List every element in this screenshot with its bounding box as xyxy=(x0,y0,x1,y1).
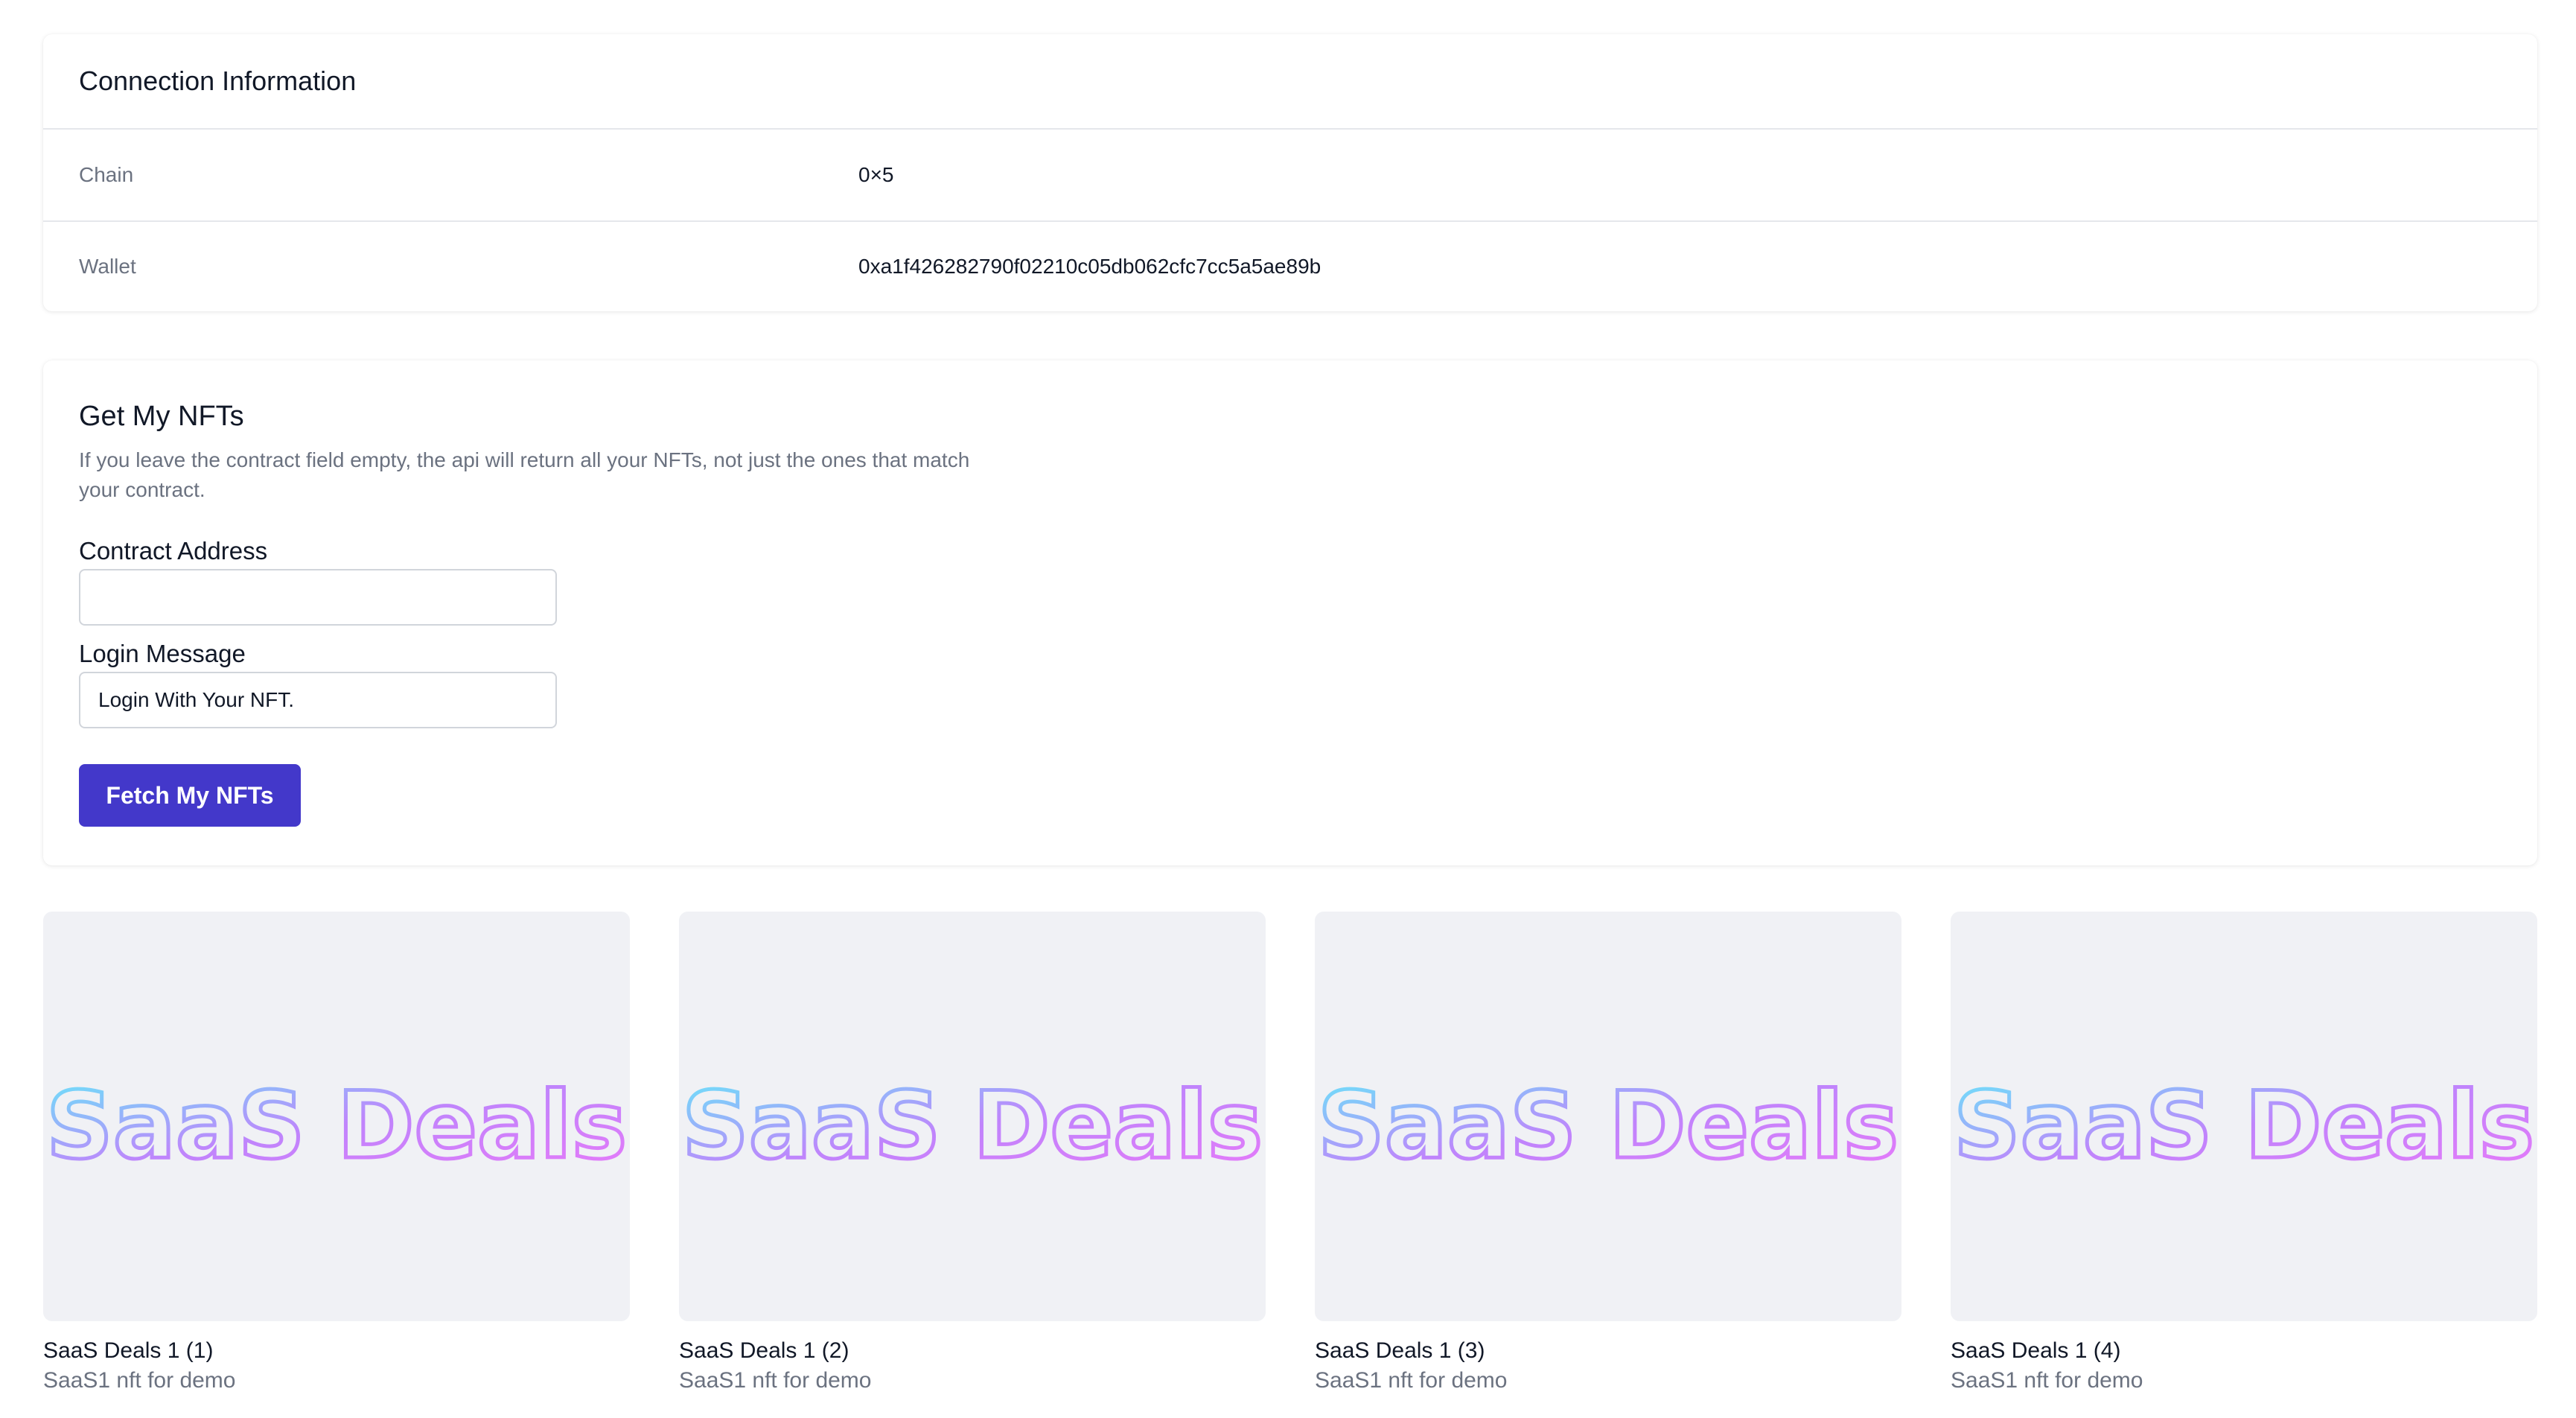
nft-description: SaaS1 nft for demo xyxy=(679,1368,872,1393)
nft-card[interactable]: SaaS Deals SaaS Deals 1 (4) SaaS1 nft fo… xyxy=(1951,912,2537,1396)
nft-logo: SaaS Deals xyxy=(1952,1071,2537,1182)
get-nfts-description: If you leave the contract field empty, t… xyxy=(79,448,970,501)
wallet-row: Wallet 0xa1f426282790f02210c05db062cfc7c… xyxy=(43,220,2537,311)
get-nfts-card: Get My NFTs If you leave the contract fi… xyxy=(43,360,2537,865)
contract-address-label: Contract Address xyxy=(79,537,268,565)
nft-card[interactable]: SaaS Deals SaaS Deals 1 (2) SaaS1 nft fo… xyxy=(679,912,1266,1396)
nft-description: SaaS1 nft for demo xyxy=(1315,1368,1508,1393)
nft-logo: SaaS Deals xyxy=(1316,1071,1901,1182)
wallet-value: 0xa1f426282790f02210c05db062cfc7cc5a5ae8… xyxy=(858,255,1322,278)
chain-row: Chain 0×5 xyxy=(43,130,2537,220)
nft-grid: SaaS Deals SaaS Deals 1 (1) SaaS1 nft fo… xyxy=(43,912,2537,1396)
get-nfts-title: Get My NFTs xyxy=(79,401,244,432)
login-message-label: Login Message xyxy=(79,640,246,667)
contract-address-input[interactable] xyxy=(79,569,557,626)
chain-label: Chain xyxy=(79,163,134,186)
nft-image: SaaS Deals xyxy=(1315,912,1901,1321)
nft-logo: SaaS Deals xyxy=(680,1071,1265,1182)
nft-description: SaaS1 nft for demo xyxy=(1951,1368,2143,1393)
nft-logo-text: SaaS Deals xyxy=(682,1072,1263,1180)
nft-name: SaaS Deals 1 (1) xyxy=(43,1338,214,1363)
nft-logo-text: SaaS Deals xyxy=(1954,1072,2534,1180)
fetch-nfts-button[interactable]: Fetch My NFTs xyxy=(79,764,301,827)
nft-logo-text: SaaS Deals xyxy=(46,1072,627,1180)
chain-value: 0×5 xyxy=(858,163,894,186)
connection-info-card: Connection Information Chain 0×5 Wallet … xyxy=(43,34,2537,311)
nft-name: SaaS Deals 1 (2) xyxy=(679,1338,849,1363)
nft-name: SaaS Deals 1 (3) xyxy=(1315,1338,1485,1363)
nft-image: SaaS Deals xyxy=(43,912,630,1321)
nft-description: SaaS1 nft for demo xyxy=(43,1368,236,1393)
nft-card[interactable]: SaaS Deals SaaS Deals 1 (1) SaaS1 nft fo… xyxy=(43,912,630,1396)
nft-card[interactable]: SaaS Deals SaaS Deals 1 (3) SaaS1 nft fo… xyxy=(1315,912,1901,1396)
nft-name: SaaS Deals 1 (4) xyxy=(1951,1338,2121,1363)
nft-image: SaaS Deals xyxy=(679,912,1266,1321)
nft-image: SaaS Deals xyxy=(1951,912,2537,1321)
nft-logo: SaaS Deals xyxy=(45,1071,629,1182)
login-message-input[interactable]: Login With Your NFT. xyxy=(79,672,557,728)
nft-logo-text: SaaS Deals xyxy=(1318,1072,1898,1180)
wallet-label: Wallet xyxy=(79,255,136,278)
connection-info-title: Connection Information xyxy=(43,34,2537,130)
page: Connection Information Chain 0×5 Wallet … xyxy=(0,0,2576,1418)
